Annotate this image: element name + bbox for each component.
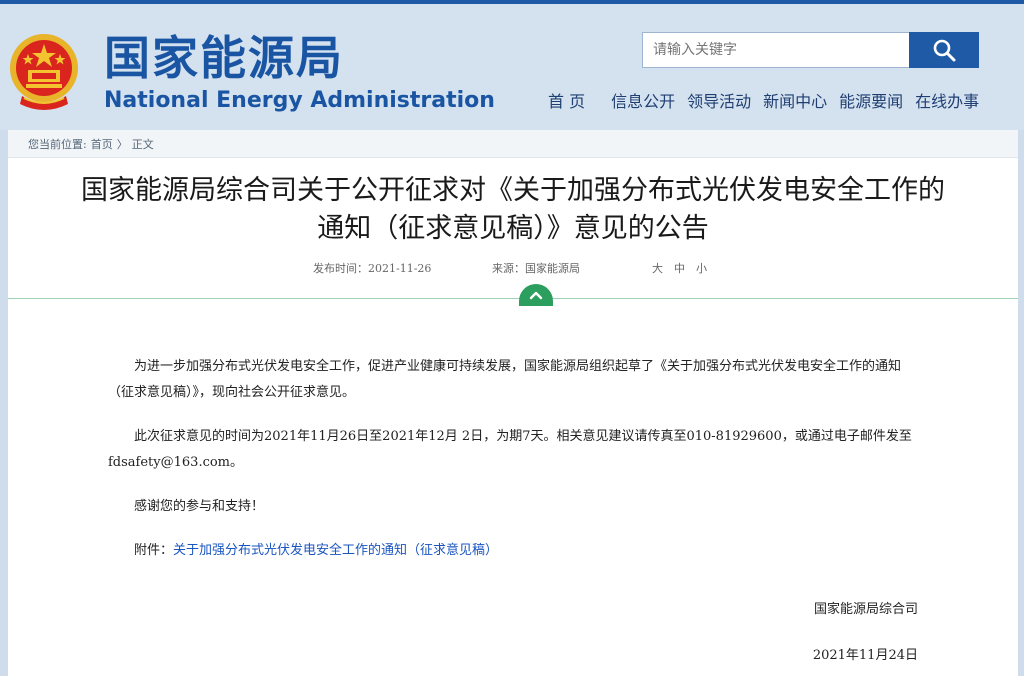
- font-size-medium[interactable]: 中: [674, 260, 685, 278]
- breadcrumb-current: 正文: [131, 137, 154, 151]
- nav-online-services[interactable]: 在线办事: [915, 90, 979, 114]
- breadcrumb-prefix: 您当前位置:: [28, 137, 87, 151]
- nav-info-disclosure[interactable]: 信息公开: [611, 90, 675, 114]
- paragraph-1: 为进一步加强分布式光伏发电安全工作，促进产业健康可持续发展，国家能源局组织起草了…: [108, 359, 902, 400]
- search-icon: [933, 39, 956, 62]
- article-meta: 发布时间：2021-11-26 来源：国家能源局 大 中 小: [8, 260, 1018, 278]
- collapse-toggle[interactable]: [519, 284, 553, 306]
- article-source: 来源：国家能源局: [492, 262, 580, 275]
- logo-english[interactable]: National Energy Administration: [104, 88, 495, 114]
- nav-news-center[interactable]: 新闻中心: [763, 90, 827, 114]
- breadcrumb-separator: 〉: [116, 137, 128, 151]
- article-title-line1: 国家能源局综合司关于公开征求对《关于加强分布式光伏发电安全工作的: [81, 175, 945, 206]
- attachment-label: 附件：: [134, 543, 174, 558]
- article-container: 您当前位置: 首页 〉 正文 国家能源局综合司关于公开征求对《关于加强分布式光伏…: [8, 130, 1018, 676]
- logo-chinese[interactable]: 国家能源局: [104, 30, 344, 86]
- title-divider: [8, 298, 1018, 299]
- chevron-up-icon: [529, 291, 543, 300]
- article-title: 国家能源局综合司关于公开征求对《关于加强分布式光伏发电安全工作的 通知（征求意见…: [8, 172, 1018, 248]
- site-header: 国家能源局 National Energy Administration 首 页…: [0, 4, 1024, 130]
- font-size-large[interactable]: 大: [652, 260, 663, 278]
- publish-time: 发布时间：2021-11-26: [313, 262, 432, 275]
- sign-date: 2021年11月24日: [812, 648, 918, 663]
- search-button[interactable]: [909, 32, 979, 68]
- article-title-line2: 通知（征求意见稿）》意见的公告: [317, 213, 709, 244]
- search-input[interactable]: [642, 32, 910, 68]
- national-emblem-icon: [10, 34, 78, 110]
- breadcrumb-home[interactable]: 首页: [91, 136, 113, 152]
- breadcrumb: 您当前位置: 首页 〉 正文: [8, 130, 1018, 158]
- font-size-small[interactable]: 小: [696, 260, 707, 278]
- nav-energy-news[interactable]: 能源要闻: [839, 90, 903, 114]
- main-nav: 首 页 信息公开 领导活动 新闻中心 能源要闻 在线办事: [540, 90, 990, 114]
- article-body: 为进一步加强分布式光伏发电安全工作，促进产业健康可持续发展，国家能源局组织起草了…: [108, 354, 924, 582]
- nav-leadership[interactable]: 领导活动: [687, 90, 751, 114]
- attachment-paragraph: 附件：关于加强分布式光伏发电安全工作的通知（征求意见稿）: [108, 538, 924, 564]
- paragraph-3: 感谢您的参与和支持！: [134, 499, 265, 514]
- signature: 国家能源局综合司: [813, 602, 918, 617]
- attachment-link[interactable]: 关于加强分布式光伏发电安全工作的通知（征求意见稿）: [173, 543, 498, 558]
- paragraph-2: 此次征求意见的时间为2021年11月26日至2021年12月 2日，为期7天。相…: [108, 429, 912, 470]
- nav-home[interactable]: 首 页: [548, 90, 585, 114]
